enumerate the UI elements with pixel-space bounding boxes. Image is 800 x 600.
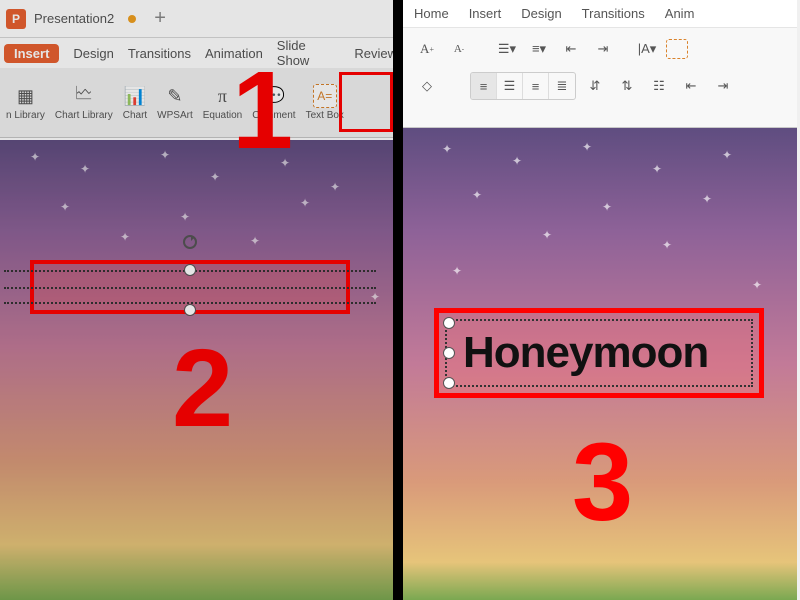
step-number-1: 1	[232, 56, 293, 166]
step-number-2: 2	[172, 334, 233, 444]
line-spacing-button[interactable]: ⇵	[582, 75, 608, 97]
decrease-font-button[interactable]: A-	[446, 38, 472, 60]
app-icon: P	[6, 9, 26, 29]
align-right-button[interactable]: ≡	[523, 73, 549, 99]
document-title: Presentation2	[34, 11, 114, 26]
chart-library-icon: 🗠	[72, 84, 96, 108]
paragraph-align-group: ≡ ☰ ≡ ≣	[470, 72, 576, 100]
split-divider	[393, 0, 403, 600]
indent-decrease-button[interactable]: ⇤	[558, 38, 584, 60]
ribbon-chart[interactable]: 📊 Chart	[121, 82, 149, 123]
resize-handle-tl[interactable]	[443, 317, 455, 329]
slide-canvas-right[interactable]: ✦ ✦ ✦ ✦ ✦ ✦ ✦ ✦ ✦ ✦ ✦ ✦ Honeymoon 3	[402, 128, 797, 600]
indent-right-button[interactable]: ⇥	[710, 75, 736, 97]
align-justify-button[interactable]: ≣	[549, 73, 575, 99]
text-box-filled[interactable]: Honeymoon	[434, 308, 764, 398]
ribbon-label: WPSArt	[157, 110, 193, 121]
ribbon-label: n Library	[6, 110, 45, 121]
paragraph-spacing-button[interactable]: ⇅	[614, 75, 640, 97]
increase-font-button[interactable]: A+	[414, 38, 440, 60]
tab-insert[interactable]: Insert	[4, 44, 59, 63]
align-left-button[interactable]: ≡	[471, 73, 497, 99]
step-number-3: 3	[572, 428, 633, 538]
resize-handle-ml[interactable]	[443, 347, 455, 359]
tab-anim[interactable]: Anim	[665, 6, 695, 21]
pi-icon: π	[210, 84, 234, 108]
ribbon-tabs-right: Home Insert Design Transitions Anim	[402, 0, 797, 28]
ribbon-item-library[interactable]: ▦ n Library	[4, 82, 47, 123]
align-center-button[interactable]: ☰	[497, 73, 523, 99]
tab-review[interactable]: Review	[354, 46, 397, 61]
ribbon-label: Text Box	[306, 110, 344, 121]
unsaved-dot-icon	[128, 15, 136, 23]
step-1-highlight-box	[339, 72, 393, 132]
bullets-button[interactable]: ☰▾	[494, 38, 520, 60]
ribbon-label: Chart Library	[55, 110, 113, 121]
tab-design[interactable]: Design	[73, 46, 113, 61]
resize-handle-bl[interactable]	[443, 377, 455, 389]
text-box-content[interactable]: Honeymoon	[463, 328, 708, 378]
indent-left-button[interactable]: ⇤	[678, 75, 704, 97]
empty-text-box[interactable]	[30, 260, 350, 314]
tab-transitions[interactable]: Transitions	[128, 46, 191, 61]
tab-insert[interactable]: Insert	[469, 6, 502, 21]
text-box-icon: A=	[313, 84, 337, 108]
columns-button[interactable]: ☷	[646, 75, 672, 97]
numbering-button[interactable]: ≡▾	[526, 38, 552, 60]
resize-handle-top[interactable]	[184, 264, 196, 276]
selection-dashed-icon[interactable]	[666, 39, 688, 59]
rotate-handle-icon[interactable]	[183, 235, 197, 249]
indent-increase-button[interactable]: ⇥	[590, 38, 616, 60]
textbox-midline	[4, 287, 376, 289]
tab-home[interactable]: Home	[414, 6, 449, 21]
ribbon-wpsart[interactable]: ✎ WPSArt	[155, 82, 195, 123]
ribbon-text-box[interactable]: A= Text Box	[304, 82, 346, 123]
tab-design[interactable]: Design	[521, 6, 561, 21]
wpsart-icon: ✎	[163, 84, 187, 108]
insert-ribbon: ▦ n Library 🗠 Chart Library 📊 Chart ✎ WP…	[0, 68, 397, 138]
eraser-button[interactable]: ◇	[414, 75, 440, 97]
ribbon-tabs: Insert Design Transitions Animation Slid…	[0, 38, 397, 68]
resize-handle-bottom[interactable]	[184, 304, 196, 316]
grid-icon: ▦	[13, 84, 37, 108]
home-ribbon: A+ A- ☰▾ ≡▾ ⇤ ⇥ |A▾ ◇ ≡ ☰	[402, 28, 797, 128]
ribbon-label: Chart	[123, 110, 147, 121]
chart-icon: 📊	[123, 84, 147, 108]
new-tab-button[interactable]: +	[154, 7, 166, 30]
text-direction-button[interactable]: |A▾	[634, 38, 660, 60]
title-bar: P Presentation2 +	[0, 0, 397, 38]
ribbon-chart-library[interactable]: 🗠 Chart Library	[53, 82, 115, 123]
tab-transitions[interactable]: Transitions	[582, 6, 645, 21]
